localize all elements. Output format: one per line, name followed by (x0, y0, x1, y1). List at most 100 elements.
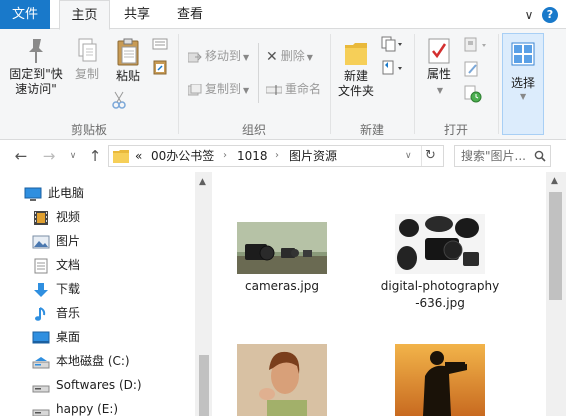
tab-view[interactable]: 查看 (166, 0, 214, 29)
move-to-label: 移动到 (205, 49, 242, 63)
breadcrumb-chevron-icon[interactable]: › (275, 146, 279, 166)
address-divider (421, 146, 422, 166)
nav-item-documents[interactable]: 文档 (32, 254, 80, 276)
breadcrumb-segment[interactable]: 图片资源 (289, 146, 337, 166)
easy-access-button[interactable] (381, 59, 403, 80)
file-item[interactable] (380, 344, 500, 416)
copy-label: 复制 (74, 67, 99, 81)
tab-file[interactable]: 文件 (0, 0, 50, 29)
group-divider (498, 34, 499, 134)
nav-item-pictures[interactable]: 图片 (32, 230, 80, 252)
copy-button[interactable]: 复制 (68, 37, 106, 82)
forward-arrow-icon: → (42, 147, 56, 165)
nav-item-videos[interactable]: 视频 (32, 206, 80, 228)
delete-button[interactable]: ✕ 删除 ▼ (266, 46, 313, 66)
breadcrumb-segment[interactable]: 1018 (237, 146, 268, 166)
rename-button[interactable]: 重命名 (266, 79, 321, 99)
back-button[interactable]: ← (12, 147, 30, 165)
up-arrow-icon: ↑ (88, 147, 102, 165)
download-icon (34, 282, 48, 297)
new-folder-button[interactable]: 新建 文件夹 (334, 37, 378, 99)
pin-to-quick-access-button[interactable]: 固定到"快 速访问" (6, 37, 66, 97)
tab-home[interactable]: 主页 (59, 0, 110, 30)
edit-button[interactable] (464, 61, 480, 80)
move-to-button[interactable]: 移动到 ▼ (188, 46, 249, 66)
photographer-silhouette-thumbnail (395, 344, 485, 416)
help-button[interactable]: ? (542, 7, 558, 23)
cut-button[interactable] (112, 91, 126, 112)
nav-item-this-pc[interactable]: 此电脑 (24, 182, 84, 204)
up-button[interactable]: ↑ (86, 147, 104, 165)
chevron-down-icon: ∨ (69, 151, 77, 161)
breadcrumb-chevron-icon[interactable]: › (223, 146, 227, 166)
nav-scrollbar-thumb[interactable] (199, 355, 209, 416)
chevron-down-icon: ▼ (243, 86, 250, 95)
paste-button[interactable]: 粘贴 (110, 37, 146, 84)
easy-access-icon (382, 60, 402, 75)
desktop-icon (32, 331, 50, 343)
chevron-down-icon: ▼ (306, 53, 313, 62)
scroll-up-arrow-icon[interactable]: ▲ (551, 176, 558, 186)
file-list: cameras.jpg digital-photography-636.jpg (212, 172, 566, 416)
address-bar[interactable]: « 00办公书签 › 1018 › 图片资源 ∨ ↻ (108, 145, 444, 167)
search-box[interactable]: 搜索"图片... (454, 145, 551, 167)
history-icon (464, 85, 482, 103)
nav-item-drive-c[interactable]: 本地磁盘 (C:) (32, 350, 130, 372)
search-input[interactable]: 搜索"图片... (461, 146, 526, 166)
nav-item-drive-d[interactable]: Softwares (D:) (32, 374, 142, 396)
select-button[interactable]: 选择 ▼ (502, 33, 544, 135)
new-item-icon (381, 36, 402, 52)
nav-label: 图片 (56, 234, 81, 248)
scissors-icon (112, 91, 126, 109)
nav-label: 此电脑 (48, 186, 85, 200)
back-arrow-icon: ← (14, 147, 28, 165)
scroll-up-arrow-icon[interactable]: ▲ (199, 177, 206, 187)
ribbon-panel: 固定到"快 速访问" 复制 粘贴 剪贴板 移动到 ▼ 复制到 ▼ ✕ 删除 ▼ … (0, 29, 566, 140)
nav-item-music[interactable]: 音乐 (32, 302, 80, 324)
open-button[interactable] (464, 37, 490, 56)
paste-shortcut-icon (153, 60, 167, 75)
file-name: digital-photography-636.jpg (380, 279, 500, 310)
file-item[interactable]: digital-photography-636.jpg (380, 214, 500, 312)
portrait-thumbnail (237, 344, 327, 416)
nav-label: 文档 (56, 258, 81, 272)
breadcrumb-segment[interactable]: 00办公书签 (151, 146, 214, 166)
refresh-icon[interactable]: ↻ (425, 146, 436, 166)
nav-label: happy (E:) (56, 402, 119, 416)
new-folder-icon (345, 43, 367, 65)
tab-share[interactable]: 共享 (113, 0, 161, 29)
forward-button[interactable]: → (40, 147, 58, 165)
address-dropdown-button[interactable]: ∨ (405, 146, 412, 166)
document-icon (34, 258, 48, 273)
edit-icon (464, 61, 478, 77)
open-group-label: 打开 (443, 123, 468, 137)
file-item[interactable] (222, 344, 342, 416)
navigation-bar: ← → ∨ ↑ « 00办公书签 › 1018 › 图片资源 ∨ ↻ 搜索"图片… (0, 140, 566, 172)
pictures-icon (32, 235, 50, 248)
nav-label: 视频 (56, 210, 81, 224)
nav-item-downloads[interactable]: 下载 (32, 278, 80, 300)
delete-label: 删除 (280, 49, 305, 63)
recent-locations-button[interactable]: ∨ (64, 147, 82, 165)
file-list-scrollbar-thumb[interactable] (549, 192, 562, 300)
organize-inner-divider (258, 43, 259, 103)
file-name: cameras.jpg (245, 279, 319, 293)
open-icon (464, 37, 486, 52)
new-item-button[interactable] (381, 36, 403, 55)
copy-path-icon (152, 38, 168, 50)
properties-button[interactable]: 属性 ▼ (420, 37, 458, 98)
organize-group-label: 组织 (241, 123, 266, 137)
paste-shortcut-button[interactable] (152, 59, 168, 78)
copy-path-button[interactable] (152, 38, 168, 53)
copy-to-button[interactable]: 复制到 ▼ (188, 79, 249, 99)
history-button[interactable] (464, 85, 482, 106)
nav-label: 桌面 (56, 330, 81, 344)
nav-item-desktop[interactable]: 桌面 (32, 326, 80, 348)
file-item[interactable]: cameras.jpg (222, 222, 342, 295)
pin-label-line2: 速访问" (15, 82, 57, 96)
new-group-label: 新建 (359, 123, 384, 137)
overflow-crumb[interactable]: « (135, 146, 142, 166)
collapse-ribbon-button[interactable]: ∨ (520, 6, 538, 24)
nav-item-drive-e[interactable]: happy (E:) (32, 398, 118, 416)
nav-label: Softwares (D:) (56, 378, 142, 392)
